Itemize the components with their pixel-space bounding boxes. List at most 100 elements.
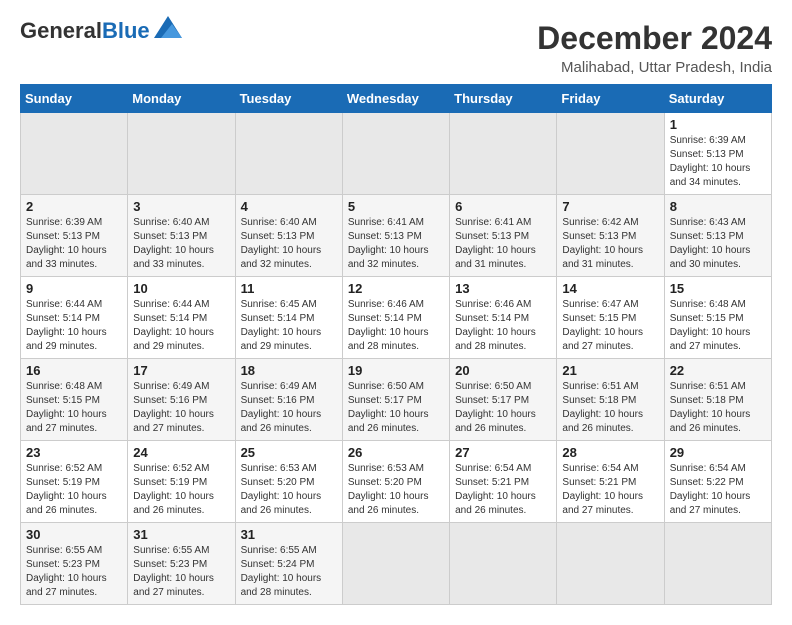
day-info: Sunrise: 6:53 AMSunset: 5:20 PMDaylight:… [241, 462, 337, 518]
day-info: Sunrise: 6:47 AMSunset: 5:15 PMDaylight:… [562, 298, 658, 354]
table-cell [450, 113, 557, 195]
table-cell: 26 Sunrise: 6:53 AMSunset: 5:20 PMDaylig… [342, 441, 449, 523]
day-info: Sunrise: 6:39 AMSunset: 5:13 PMDaylight:… [670, 134, 766, 190]
table-cell: 16 Sunrise: 6:48 AMSunset: 5:15 PMDaylig… [21, 359, 128, 441]
table-cell: 17 Sunrise: 6:49 AMSunset: 5:16 PMDaylig… [128, 359, 235, 441]
table-cell: 19 Sunrise: 6:50 AMSunset: 5:17 PMDaylig… [342, 359, 449, 441]
day-number: 31 [133, 527, 229, 542]
table-cell: 20 Sunrise: 6:50 AMSunset: 5:17 PMDaylig… [450, 359, 557, 441]
table-cell: 27 Sunrise: 6:54 AMSunset: 5:21 PMDaylig… [450, 441, 557, 523]
logo-general: General [20, 18, 102, 43]
table-cell: 12 Sunrise: 6:46 AMSunset: 5:14 PMDaylig… [342, 277, 449, 359]
day-info: Sunrise: 6:49 AMSunset: 5:16 PMDaylight:… [241, 380, 337, 436]
col-monday: Monday [128, 85, 235, 113]
day-number: 17 [133, 363, 229, 378]
day-number: 27 [455, 445, 551, 460]
col-tuesday: Tuesday [235, 85, 342, 113]
day-number: 15 [670, 281, 766, 296]
table-cell: 25 Sunrise: 6:53 AMSunset: 5:20 PMDaylig… [235, 441, 342, 523]
day-info: Sunrise: 6:51 AMSunset: 5:18 PMDaylight:… [562, 380, 658, 436]
day-info: Sunrise: 6:46 AMSunset: 5:14 PMDaylight:… [348, 298, 444, 354]
logo-text: GeneralBlue [20, 20, 150, 42]
table-cell: 21 Sunrise: 6:51 AMSunset: 5:18 PMDaylig… [557, 359, 664, 441]
day-number: 4 [241, 199, 337, 214]
day-number: 7 [562, 199, 658, 214]
table-cell: 31 Sunrise: 6:55 AMSunset: 5:24 PMDaylig… [235, 523, 342, 605]
day-number: 23 [26, 445, 122, 460]
day-info: Sunrise: 6:40 AMSunset: 5:13 PMDaylight:… [241, 216, 337, 272]
col-wednesday: Wednesday [342, 85, 449, 113]
day-number: 16 [26, 363, 122, 378]
table-cell [664, 523, 771, 605]
day-number: 18 [241, 363, 337, 378]
day-number: 25 [241, 445, 337, 460]
day-number: 12 [348, 281, 444, 296]
table-cell: 13 Sunrise: 6:46 AMSunset: 5:14 PMDaylig… [450, 277, 557, 359]
table-cell [557, 113, 664, 195]
table-cell [342, 523, 449, 605]
day-number: 5 [348, 199, 444, 214]
day-info: Sunrise: 6:40 AMSunset: 5:13 PMDaylight:… [133, 216, 229, 272]
day-info: Sunrise: 6:54 AMSunset: 5:21 PMDaylight:… [455, 462, 551, 518]
col-saturday: Saturday [664, 85, 771, 113]
table-cell: 9 Sunrise: 6:44 AMSunset: 5:14 PMDayligh… [21, 277, 128, 359]
day-info: Sunrise: 6:48 AMSunset: 5:15 PMDaylight:… [26, 380, 122, 436]
table-cell: 6 Sunrise: 6:41 AMSunset: 5:13 PMDayligh… [450, 195, 557, 277]
table-cell: 22 Sunrise: 6:51 AMSunset: 5:18 PMDaylig… [664, 359, 771, 441]
day-info: Sunrise: 6:39 AMSunset: 5:13 PMDaylight:… [26, 216, 122, 272]
subtitle: Malihabad, Uttar Pradesh, India [537, 59, 772, 76]
table-cell [128, 113, 235, 195]
table-cell [21, 113, 128, 195]
col-thursday: Thursday [450, 85, 557, 113]
day-info: Sunrise: 6:51 AMSunset: 5:18 PMDaylight:… [670, 380, 766, 436]
table-cell: 2 Sunrise: 6:39 AMSunset: 5:13 PMDayligh… [21, 195, 128, 277]
calendar-table: Sunday Monday Tuesday Wednesday Thursday… [20, 84, 772, 605]
day-number: 19 [348, 363, 444, 378]
day-info: Sunrise: 6:44 AMSunset: 5:14 PMDaylight:… [133, 298, 229, 354]
table-cell: 8 Sunrise: 6:43 AMSunset: 5:13 PMDayligh… [664, 195, 771, 277]
day-number: 10 [133, 281, 229, 296]
day-number: 1 [670, 117, 766, 132]
day-info: Sunrise: 6:55 AMSunset: 5:24 PMDaylight:… [241, 544, 337, 600]
logo-icon [154, 16, 182, 38]
day-info: Sunrise: 6:43 AMSunset: 5:13 PMDaylight:… [670, 216, 766, 272]
day-info: Sunrise: 6:44 AMSunset: 5:14 PMDaylight:… [26, 298, 122, 354]
day-number: 2 [26, 199, 122, 214]
table-cell: 18 Sunrise: 6:49 AMSunset: 5:16 PMDaylig… [235, 359, 342, 441]
table-cell: 14 Sunrise: 6:47 AMSunset: 5:15 PMDaylig… [557, 277, 664, 359]
day-number: 22 [670, 363, 766, 378]
table-cell: 5 Sunrise: 6:41 AMSunset: 5:13 PMDayligh… [342, 195, 449, 277]
day-info: Sunrise: 6:46 AMSunset: 5:14 PMDaylight:… [455, 298, 551, 354]
day-number: 29 [670, 445, 766, 460]
table-cell [557, 523, 664, 605]
table-cell: 3 Sunrise: 6:40 AMSunset: 5:13 PMDayligh… [128, 195, 235, 277]
logo-blue: Blue [102, 18, 150, 43]
col-friday: Friday [557, 85, 664, 113]
day-info: Sunrise: 6:49 AMSunset: 5:16 PMDaylight:… [133, 380, 229, 436]
day-number: 3 [133, 199, 229, 214]
day-number: 14 [562, 281, 658, 296]
day-number: 20 [455, 363, 551, 378]
day-number: 8 [670, 199, 766, 214]
day-info: Sunrise: 6:52 AMSunset: 5:19 PMDaylight:… [133, 462, 229, 518]
day-info: Sunrise: 6:55 AMSunset: 5:23 PMDaylight:… [26, 544, 122, 600]
table-cell: 15 Sunrise: 6:48 AMSunset: 5:15 PMDaylig… [664, 277, 771, 359]
day-number: 31 [241, 527, 337, 542]
day-info: Sunrise: 6:41 AMSunset: 5:13 PMDaylight:… [455, 216, 551, 272]
table-cell: 4 Sunrise: 6:40 AMSunset: 5:13 PMDayligh… [235, 195, 342, 277]
day-info: Sunrise: 6:55 AMSunset: 5:23 PMDaylight:… [133, 544, 229, 600]
day-info: Sunrise: 6:54 AMSunset: 5:21 PMDaylight:… [562, 462, 658, 518]
day-number: 11 [241, 281, 337, 296]
day-info: Sunrise: 6:52 AMSunset: 5:19 PMDaylight:… [26, 462, 122, 518]
col-sunday: Sunday [21, 85, 128, 113]
day-info: Sunrise: 6:45 AMSunset: 5:14 PMDaylight:… [241, 298, 337, 354]
day-number: 21 [562, 363, 658, 378]
table-cell: 30 Sunrise: 6:55 AMSunset: 5:23 PMDaylig… [21, 523, 128, 605]
logo-area: GeneralBlue [20, 20, 182, 42]
day-info: Sunrise: 6:50 AMSunset: 5:17 PMDaylight:… [348, 380, 444, 436]
table-cell: 23 Sunrise: 6:52 AMSunset: 5:19 PMDaylig… [21, 441, 128, 523]
table-cell: 29 Sunrise: 6:54 AMSunset: 5:22 PMDaylig… [664, 441, 771, 523]
table-cell [342, 113, 449, 195]
table-cell: 31 Sunrise: 6:55 AMSunset: 5:23 PMDaylig… [128, 523, 235, 605]
day-info: Sunrise: 6:41 AMSunset: 5:13 PMDaylight:… [348, 216, 444, 272]
